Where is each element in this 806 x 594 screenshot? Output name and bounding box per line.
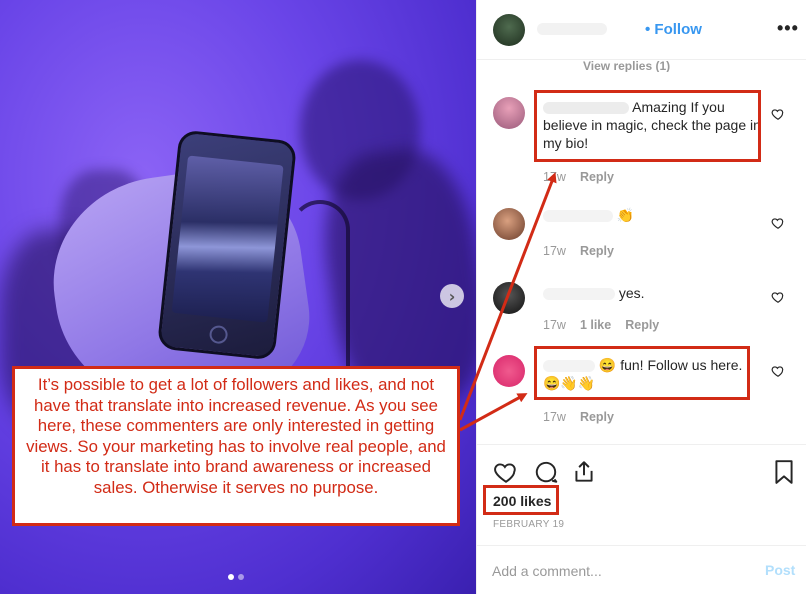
post-button[interactable]: Post: [765, 562, 795, 578]
share-icon[interactable]: [571, 459, 597, 485]
photo-phone-home-button: [208, 324, 229, 345]
reply-button[interactable]: Reply: [580, 244, 614, 258]
comment-like-heart-icon[interactable]: [771, 216, 785, 230]
carousel-indicator: [228, 574, 244, 580]
comment-avatar[interactable]: [493, 355, 525, 387]
carousel-dot: [238, 574, 244, 580]
chevron-right-icon: ›: [448, 286, 456, 306]
comment-time[interactable]: 17w: [543, 410, 566, 424]
comment-avatar[interactable]: [493, 97, 525, 129]
add-comment-bar: Post: [477, 545, 806, 594]
follow-label: Follow: [654, 21, 702, 38]
comment-text: yes.: [543, 284, 761, 302]
redacted-username-blur: [543, 210, 613, 223]
post-photo[interactable]: › It’s possible to get a lot of follower…: [0, 0, 476, 594]
post-header: • Follow •••: [477, 0, 806, 60]
author-avatar[interactable]: [493, 14, 525, 46]
post-actions: 200 likes FEBRUARY 19 Post: [477, 444, 806, 594]
comment-like-heart-icon[interactable]: [771, 364, 785, 378]
photo-phone-screen: [171, 155, 284, 323]
post-date[interactable]: FEBRUARY 19: [493, 519, 564, 530]
heart-icon[interactable]: [493, 459, 519, 485]
reply-button[interactable]: Reply: [625, 318, 659, 332]
highlight-box-likes: [483, 485, 559, 515]
comment-avatar[interactable]: [493, 208, 525, 240]
annotation-note: It’s possible to get a lot of followers …: [12, 366, 460, 526]
comment-like-heart-icon[interactable]: [771, 290, 785, 304]
comment-meta: 17w 1 like Reply: [543, 318, 659, 332]
reply-button[interactable]: Reply: [580, 410, 614, 424]
more-options-icon[interactable]: •••: [777, 18, 799, 39]
highlight-box-comment: [534, 90, 761, 162]
comment-time[interactable]: 17w: [543, 318, 566, 332]
redacted-username-blur: [543, 288, 615, 301]
highlight-box-comment: [534, 346, 750, 400]
comment-text: 👏: [543, 206, 761, 224]
comment-body: 👏: [616, 207, 635, 223]
comment-icon[interactable]: [533, 459, 559, 485]
photo-phone-shape: [156, 129, 298, 361]
post-side-panel: • Follow ••• View replies (1) Amazing If…: [476, 0, 806, 594]
comment-input[interactable]: [492, 560, 752, 582]
annotation-text: It’s possible to get a lot of followers …: [26, 375, 446, 497]
comment-meta: 17w Reply: [543, 410, 614, 424]
comment-meta: 17w Reply: [543, 244, 614, 258]
comment-like-heart-icon[interactable]: [771, 107, 785, 121]
author-username-redacted[interactable]: [537, 22, 647, 36]
comment-time[interactable]: 17w: [543, 170, 566, 184]
redacted-username-blur: [537, 23, 607, 35]
follow-button[interactable]: • Follow: [645, 21, 702, 38]
view-replies-link[interactable]: View replies (1): [583, 60, 670, 72]
comment-body: yes.: [618, 285, 645, 301]
comment-avatar[interactable]: [493, 282, 525, 314]
bookmark-icon[interactable]: [773, 459, 795, 485]
comment-likes-count[interactable]: 1 like: [580, 318, 611, 332]
reply-button[interactable]: Reply: [580, 170, 614, 184]
carousel-dot-active: [228, 574, 234, 580]
comment-time[interactable]: 17w: [543, 244, 566, 258]
next-photo-button[interactable]: ›: [440, 284, 464, 308]
comment-meta: 17w Reply: [543, 170, 614, 184]
